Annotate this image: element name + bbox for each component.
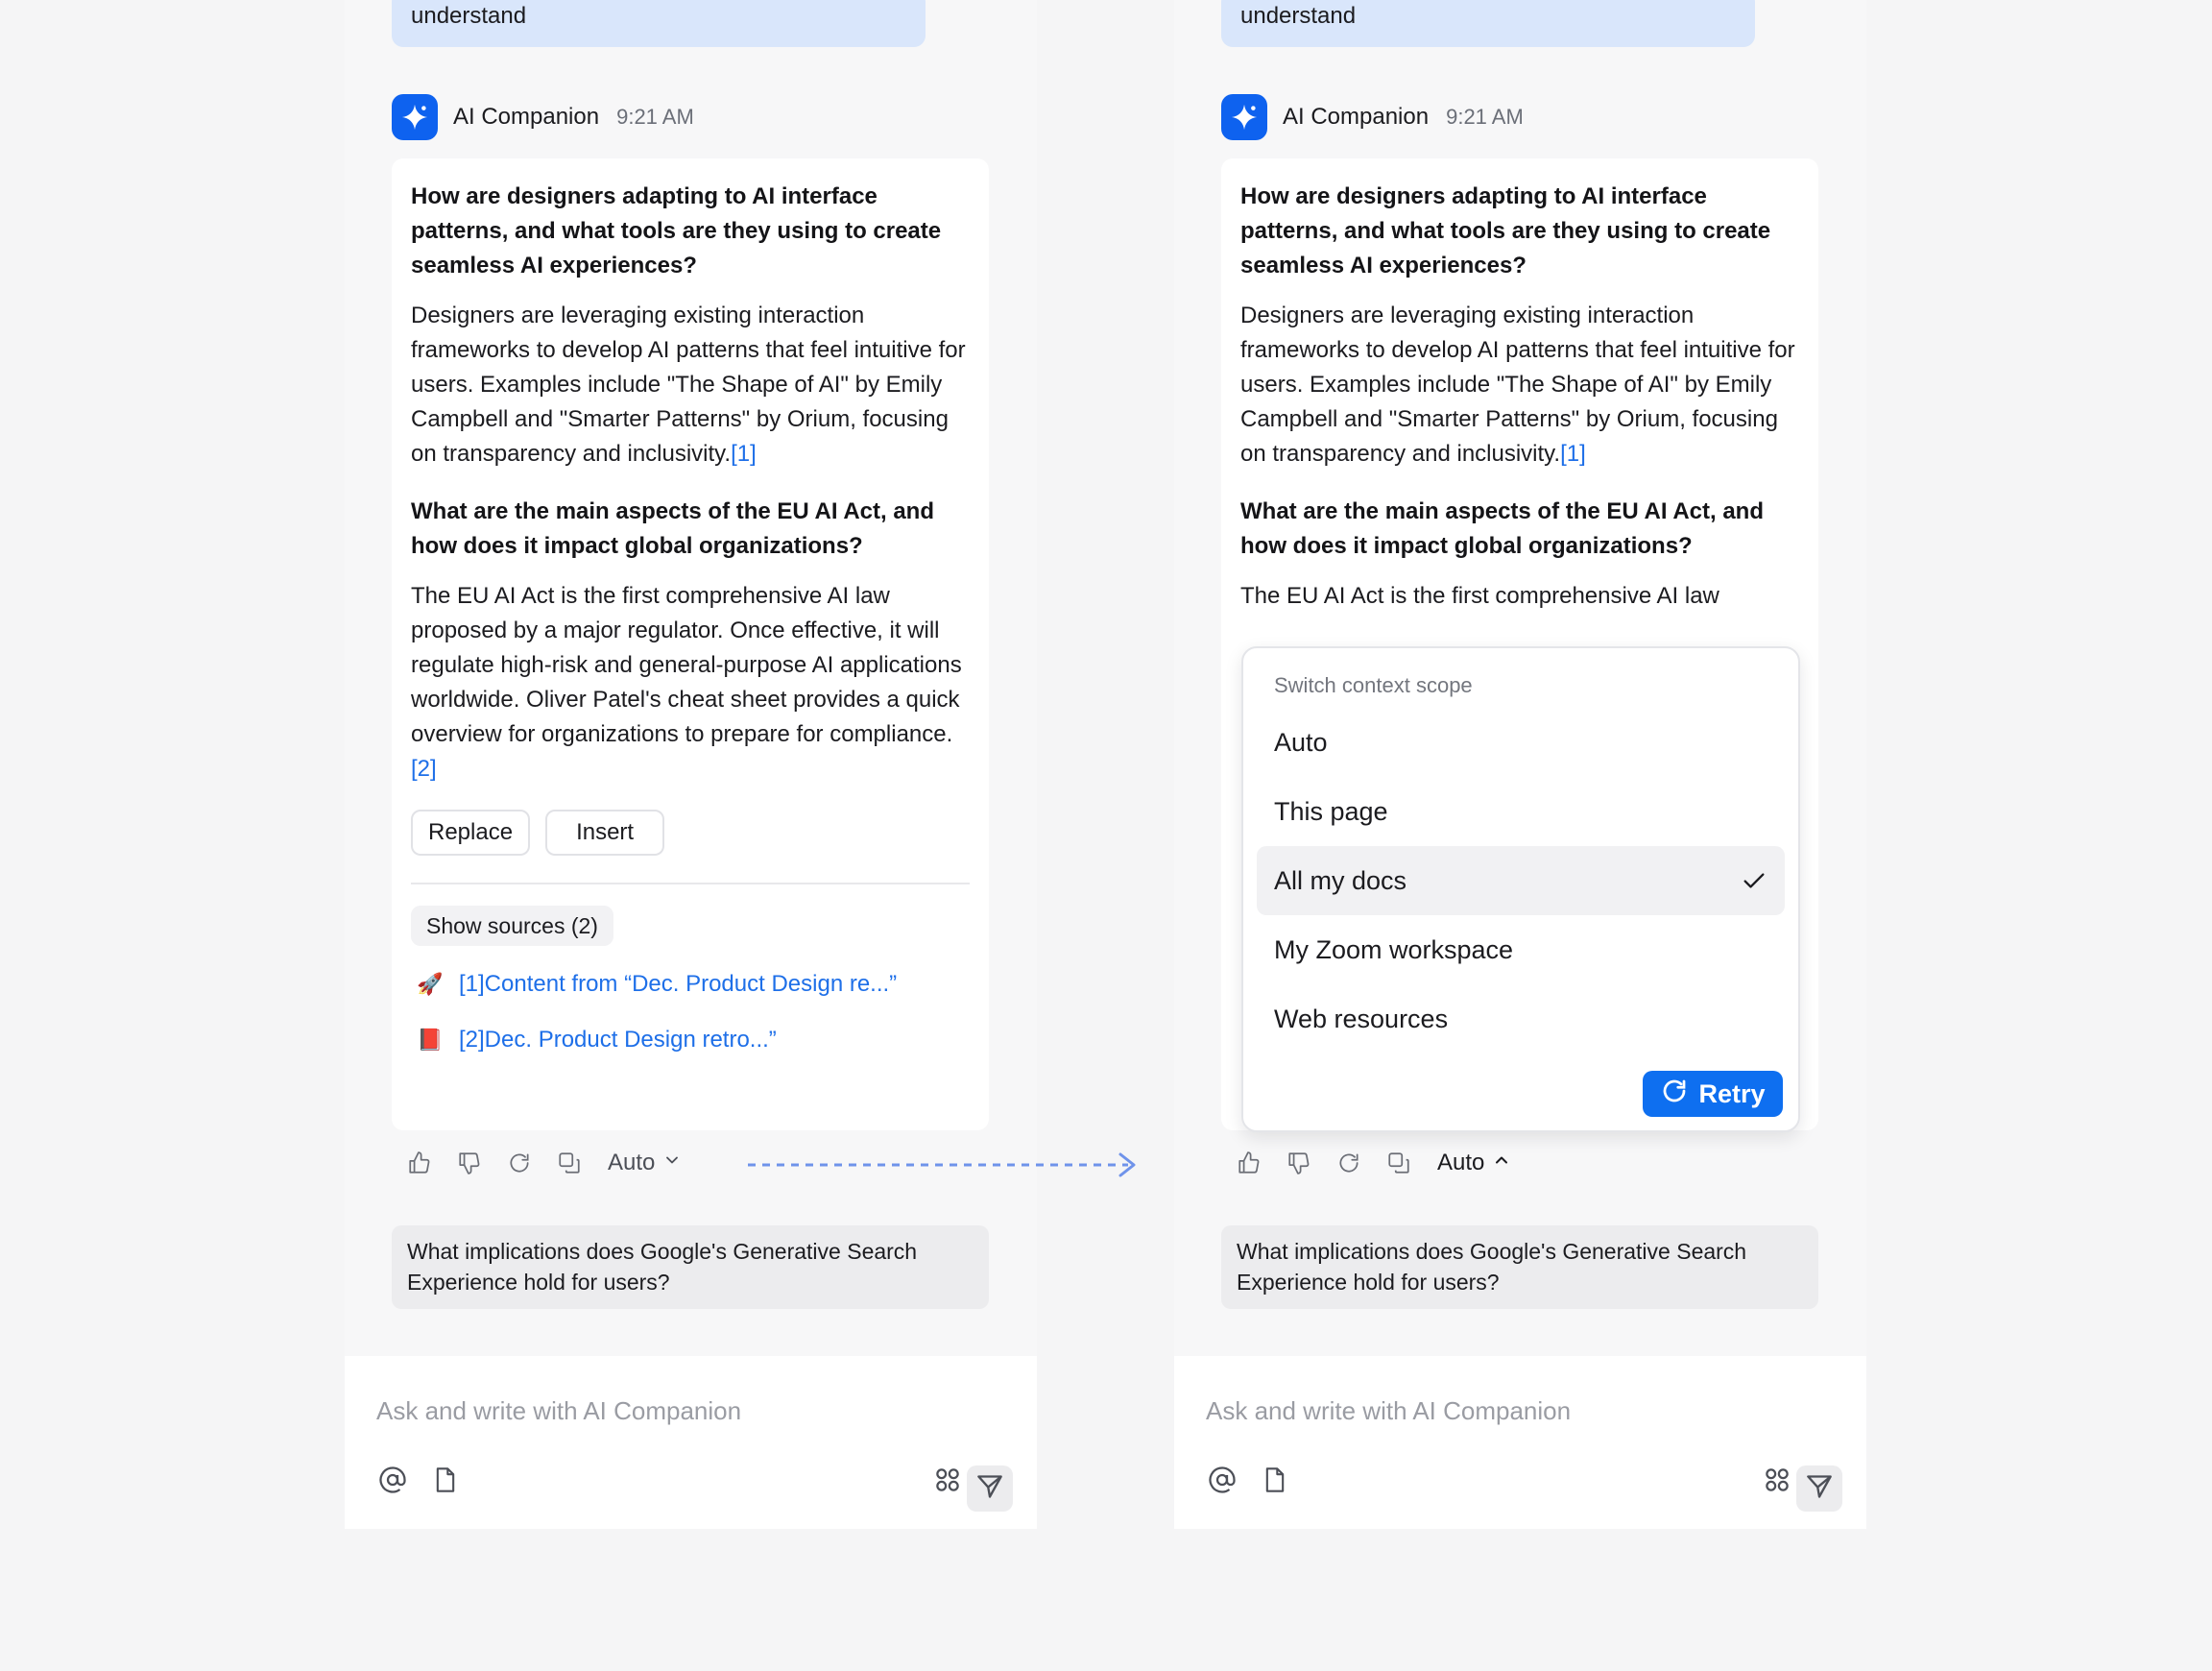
assistant-name: AI Companion: [1283, 104, 1430, 130]
send-button[interactable]: [967, 1465, 1013, 1512]
composer-input[interactable]: Ask and write with AI Companion: [376, 1396, 741, 1426]
answer-paragraph-2: The EU AI Act is the first comprehensive…: [411, 583, 962, 782]
send-button[interactable]: [1796, 1465, 1842, 1512]
answer-paragraph-1: Designers are leveraging existing intera…: [411, 303, 966, 467]
at-mention-icon[interactable]: [1206, 1464, 1238, 1496]
apps-icon[interactable]: [1761, 1464, 1793, 1496]
sparkle-icon: [392, 94, 438, 140]
apps-icon[interactable]: [931, 1464, 964, 1496]
thumbs-down-icon[interactable]: [1284, 1148, 1314, 1178]
assistant-header: AI Companion 9:21 AM: [1221, 94, 1524, 140]
suggested-prompt[interactable]: What implications does Google's Generati…: [1221, 1225, 1818, 1309]
replace-button[interactable]: Replace: [411, 810, 531, 856]
answer-actions: Replace Insert: [411, 810, 970, 856]
answer-paragraph-1: Designers are leveraging existing intera…: [1240, 303, 1795, 467]
transition-arrow: [748, 1152, 1136, 1177]
menu-item-label: All my docs: [1274, 865, 1407, 895]
copy-icon[interactable]: [554, 1148, 585, 1178]
menu-item-this-page[interactable]: This page: [1257, 777, 1785, 846]
citation-link-2[interactable]: [2]: [411, 756, 437, 782]
checkmark-icon: [1741, 867, 1767, 901]
menu-item-all-my-docs[interactable]: All my docs: [1257, 846, 1785, 915]
source-link-2[interactable]: 📕 [2]Dec. Product Design retro...”: [411, 1023, 970, 1057]
source-link-text: [2]Dec. Product Design retro...”: [459, 1027, 777, 1053]
send-icon: [976, 1473, 1003, 1505]
thumbs-up-icon[interactable]: [1234, 1148, 1264, 1178]
insert-button[interactable]: Insert: [545, 810, 665, 856]
citation-link-1[interactable]: [1]: [1560, 441, 1586, 467]
chevron-down-icon: [662, 1150, 682, 1176]
assistant-header: AI Companion 9:21 AM: [392, 94, 694, 140]
source-link-text: [1]Content from “Dec. Product Design re.…: [459, 971, 898, 997]
message-timestamp: 9:21 AM: [1446, 105, 1524, 129]
menu-item-web-resources[interactable]: Web resources: [1257, 984, 1785, 1053]
menu-title: Switch context scope: [1274, 673, 1473, 697]
document-icon[interactable]: [429, 1464, 462, 1496]
context-scope-menu: Switch context scope Auto This page All …: [1241, 646, 1800, 1132]
chat-panel-default: understand AI Companion 9:21 AM How are …: [345, 0, 1037, 1529]
citation-link-1[interactable]: [1]: [731, 441, 757, 467]
suggested-prompt[interactable]: What implications does Google's Generati…: [392, 1225, 989, 1309]
source-link-1[interactable]: 🚀 [1]Content from “Dec. Product Design r…: [411, 967, 970, 1002]
message-timestamp: 9:21 AM: [616, 105, 694, 129]
user-message-text: understand: [1240, 3, 1357, 29]
document-icon[interactable]: [1259, 1464, 1291, 1496]
rocket-icon: 🚀: [417, 972, 444, 996]
at-mention-icon[interactable]: [376, 1464, 409, 1496]
scope-select[interactable]: Auto: [1437, 1150, 1511, 1176]
user-message-text: understand: [411, 3, 527, 29]
answer-question-2: What are the main aspects of the EU AI A…: [411, 498, 934, 559]
book-icon: 📕: [417, 1028, 444, 1052]
scope-select-label: Auto: [608, 1150, 656, 1175]
user-message-bubble: understand: [1221, 0, 1755, 47]
menu-item-my-zoom-workspace[interactable]: My Zoom workspace: [1257, 915, 1785, 984]
regenerate-icon[interactable]: [1334, 1148, 1364, 1178]
response-toolbar: Auto: [1234, 1143, 1511, 1183]
retry-button[interactable]: Retry: [1643, 1071, 1783, 1117]
composer: Ask and write with AI Companion: [345, 1356, 1037, 1529]
composer: Ask and write with AI Companion: [1174, 1356, 1866, 1529]
regenerate-icon[interactable]: [504, 1148, 535, 1178]
menu-item-auto[interactable]: Auto: [1257, 708, 1785, 777]
user-message-bubble: understand: [392, 0, 926, 47]
show-sources-toggle[interactable]: Show sources (2): [411, 906, 613, 946]
answer-paragraph-2-partial: The EU AI Act is the first comprehensive…: [1240, 583, 1719, 609]
scope-select-label: Auto: [1437, 1150, 1485, 1175]
send-icon: [1806, 1473, 1833, 1505]
response-toolbar: Auto: [404, 1143, 682, 1183]
answer-question-1: How are designers adapting to AI interfa…: [1240, 183, 1771, 278]
answer-card: How are designers adapting to AI interfa…: [392, 158, 989, 1130]
sparkle-icon: [1221, 94, 1267, 140]
chevron-up-icon: [1492, 1150, 1511, 1176]
composer-input[interactable]: Ask and write with AI Companion: [1206, 1396, 1571, 1426]
thumbs-up-icon[interactable]: [404, 1148, 435, 1178]
answer-question-2: What are the main aspects of the EU AI A…: [1240, 498, 1764, 559]
refresh-icon: [1660, 1077, 1689, 1112]
scope-select[interactable]: Auto: [608, 1150, 682, 1176]
thumbs-down-icon[interactable]: [454, 1148, 485, 1178]
answer-question-1: How are designers adapting to AI interfa…: [411, 183, 942, 278]
assistant-name: AI Companion: [453, 104, 600, 130]
copy-icon[interactable]: [1383, 1148, 1414, 1178]
retry-label: Retry: [1698, 1078, 1766, 1108]
divider: [411, 883, 970, 884]
